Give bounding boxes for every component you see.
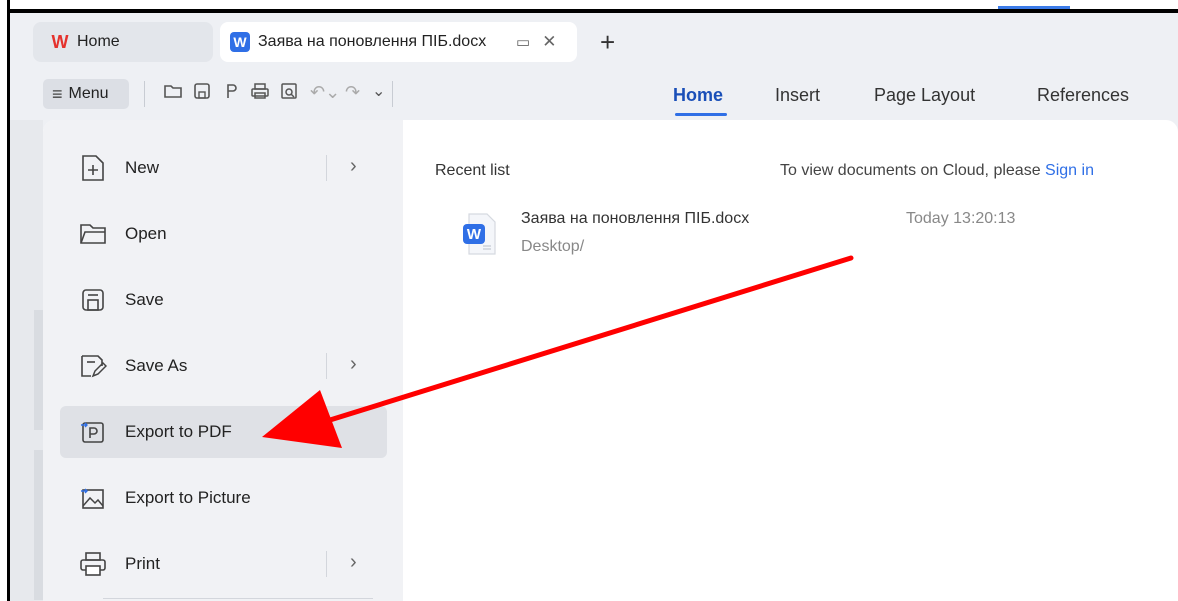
print-preview-icon[interactable] <box>279 81 299 106</box>
gutter-strip <box>34 450 43 600</box>
close-icon[interactable]: ✕ <box>542 32 556 52</box>
folder-open-icon <box>78 219 108 249</box>
active-tab-indicator <box>675 113 727 116</box>
tab-document[interactable]: W Заява на поновлення ПІБ.docx ▭ ✕ <box>220 22 577 62</box>
menu-divider <box>326 353 327 379</box>
tab-home-label: Home <box>77 33 120 50</box>
menu-item-label: Print <box>125 554 160 573</box>
undo-icon[interactable]: ↶⌄ <box>310 81 340 103</box>
tab-home[interactable]: W Home <box>33 22 213 62</box>
menu-item-save-as[interactable]: Save As › <box>60 340 387 392</box>
menu-button[interactable]: ≡ Menu <box>43 79 129 109</box>
ribbon-tab-insert[interactable]: Insert <box>775 85 820 106</box>
menu-item-label: Open <box>125 224 167 243</box>
menu-item-save[interactable]: Save <box>60 274 387 326</box>
ribbon-tab-page-layout[interactable]: Page Layout <box>874 85 975 106</box>
toolbar-divider <box>392 81 393 107</box>
save-icon <box>78 285 108 315</box>
save-as-icon <box>78 351 108 381</box>
word-file-icon: W <box>463 212 497 256</box>
menu-divider <box>326 155 327 181</box>
ribbon-tab-home[interactable]: Home <box>673 85 723 106</box>
recent-file-path: Desktop/ <box>521 238 585 255</box>
tab-document-label: Заява на поновлення ПІБ.docx <box>258 33 487 50</box>
redo-icon[interactable]: ↷ <box>345 81 360 103</box>
chevron-right-icon[interactable]: › <box>350 353 357 376</box>
ribbon-tab-references[interactable]: References <box>1037 85 1129 106</box>
menu-button-label: Menu <box>68 85 109 102</box>
menu-item-label: Save <box>125 290 164 309</box>
recent-file-row[interactable]: W Заява на поновлення ПІБ.docx Desktop/ … <box>463 208 1063 268</box>
svg-text:W: W <box>467 226 482 243</box>
menu-item-print[interactable]: Print › <box>60 538 387 590</box>
recent-list-title: Recent list <box>435 162 510 179</box>
menu-divider <box>326 551 327 577</box>
add-tab-button[interactable]: + <box>600 29 615 55</box>
chevron-right-icon[interactable]: › <box>350 551 357 574</box>
toolbar-divider <box>144 81 145 107</box>
save-icon[interactable] <box>192 81 212 106</box>
print-icon <box>78 549 108 579</box>
menu-item-open[interactable]: Open <box>60 208 387 260</box>
new-doc-icon <box>78 153 108 183</box>
word-doc-icon: W <box>230 32 250 52</box>
chevron-right-icon[interactable]: › <box>350 155 357 178</box>
export-pdf-quick-icon[interactable] <box>221 81 241 106</box>
menu-bottom-divider <box>103 598 373 599</box>
tab-bar: W Home W Заява на поновлення ПІБ.docx ▭ … <box>10 13 1178 75</box>
recent-file-time: Today 13:20:13 <box>906 210 1016 227</box>
sign-in-link[interactable]: Sign in <box>1045 162 1094 179</box>
menu-item-label: Export to Picture <box>125 488 251 507</box>
menu-item-export-pdf[interactable]: Export to PDF <box>60 406 387 458</box>
recent-file-name: Заява на поновлення ПІБ.docx <box>521 210 750 227</box>
menu-item-label: Export to PDF <box>125 422 232 441</box>
wps-logo-icon: W <box>51 31 69 52</box>
hamburger-icon: ≡ <box>52 83 63 104</box>
monitor-icon[interactable]: ▭ <box>516 33 530 51</box>
print-icon[interactable] <box>250 81 270 106</box>
cloud-signin-text: To view documents on Cloud, please Sign … <box>780 162 1094 180</box>
menu-item-label: Save As <box>125 356 188 375</box>
document-gutter <box>10 120 43 601</box>
menu-item-label: New <box>125 158 160 177</box>
chevron-down-icon[interactable]: ⌄ <box>372 81 385 103</box>
toolbar: ≡ Menu ↶⌄ ↷ ⌄ Home Insert Page Layout Re… <box>10 75 1178 119</box>
file-menu-list: New › Open Save Save As › Export to PDF … <box>43 120 403 601</box>
cloud-signin-prefix: To view documents on Cloud, please <box>780 162 1046 179</box>
gutter-strip <box>34 310 43 430</box>
menu-item-new[interactable]: New › <box>60 142 387 194</box>
export-pdf-icon <box>78 417 108 447</box>
export-picture-icon <box>78 483 108 513</box>
file-menu-panel: New › Open Save Save As › Export to PDF … <box>43 120 1178 601</box>
menu-item-export-picture[interactable]: Export to Picture <box>60 472 387 524</box>
folder-icon[interactable] <box>163 81 183 106</box>
